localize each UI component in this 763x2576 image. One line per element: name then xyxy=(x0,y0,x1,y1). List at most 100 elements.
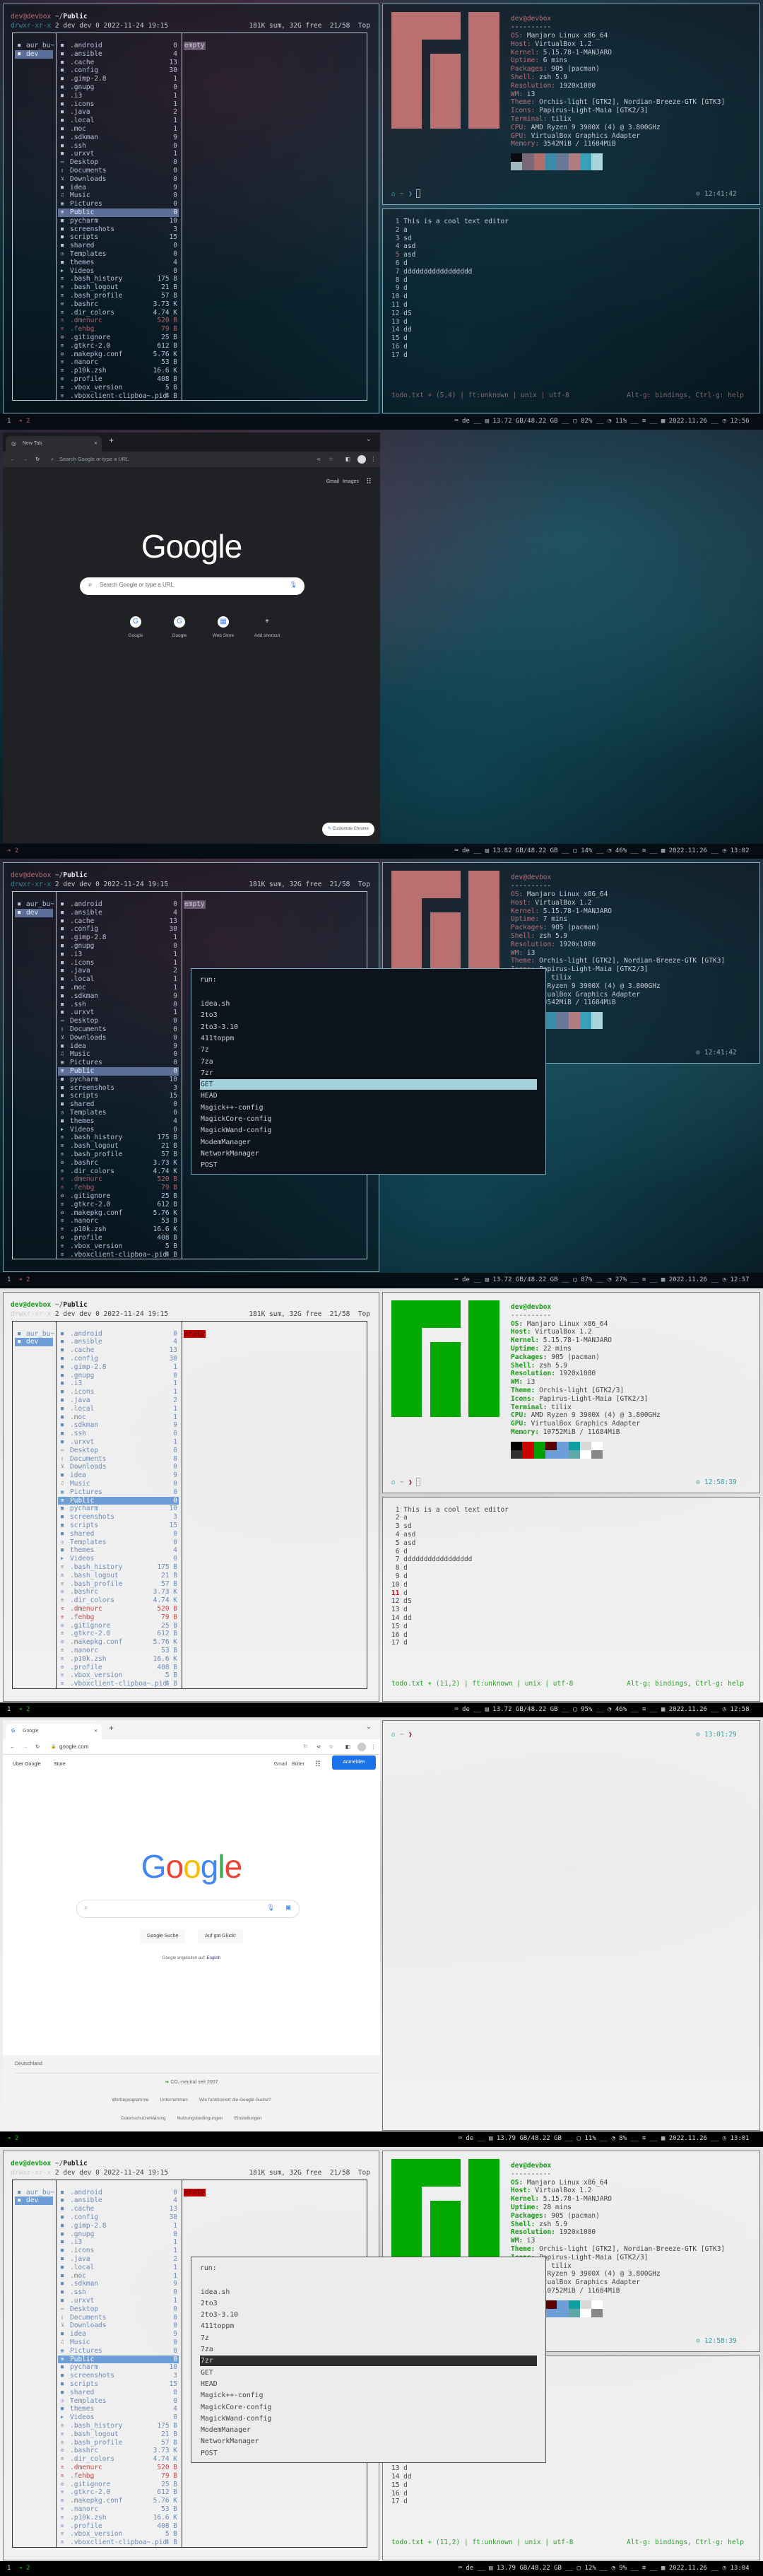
apps-grid-icon[interactable]: ⠿ xyxy=(366,477,372,486)
footer-link[interactable]: Wie funktioniert die Google Suche? xyxy=(199,2098,271,2102)
file-row[interactable]: ■ .icons 1 xyxy=(58,959,179,968)
file-row[interactable]: ≡ .p10k.zsh 16.6 K xyxy=(58,1225,179,1234)
launcher-item[interactable]: GET xyxy=(200,2368,537,2378)
file-row[interactable]: ■ .java 2 xyxy=(58,108,179,117)
file-row[interactable]: ⚙ .makepkg.conf 5.76 K xyxy=(58,2497,179,2505)
file-row[interactable]: ▭ Desktop 0 xyxy=(58,2305,179,2314)
file-row[interactable]: ■ themes 4 xyxy=(58,259,179,267)
launcher-item[interactable]: POST xyxy=(200,2448,537,2459)
forward-icon[interactable]: → xyxy=(23,452,28,467)
run-launcher[interactable]: run: idea.sh 2to3 2to3-3.10 411toppm 7z 7za 7zr… xyxy=(191,2256,546,2463)
neofetch-terminal[interactable]: dev@devbox ---------- OS: Manjaro Linux x8… xyxy=(382,1291,760,1493)
apps-grid-icon[interactable]: ⠿ xyxy=(315,1760,321,1769)
file-row[interactable]: ⚙ .profile 408 B xyxy=(58,1234,179,1242)
share-icon[interactable]: ⋖ xyxy=(317,452,321,467)
file-row[interactable]: ≡ .gtkrc-2.0 612 B xyxy=(58,1630,179,1638)
footer-link[interactable]: Datenschutzerklärung xyxy=(121,2116,165,2121)
file-row[interactable]: ■ screenshots 3 xyxy=(58,1513,179,1522)
forward-icon[interactable]: → xyxy=(23,1739,28,1755)
file-row[interactable]: ■ scripts 15 xyxy=(58,233,179,242)
translate-icon[interactable]: ⚐ xyxy=(303,1739,308,1755)
editor-line[interactable]: 9 d xyxy=(391,284,408,293)
file-row[interactable]: ▶ Videos 0 xyxy=(58,1555,179,1563)
file-row[interactable]: ■ .moc 1 xyxy=(58,2272,179,2281)
omnibox[interactable]: Search Google or type a URL xyxy=(59,452,129,467)
file-row[interactable]: ■ .local 1 xyxy=(58,117,179,125)
file-row[interactable]: ■ .android 0 xyxy=(58,2189,179,2197)
file-row[interactable]: ■ .ssh 0 xyxy=(58,1430,179,1438)
file-row[interactable]: ≡ .fehbg 79 B xyxy=(58,2472,179,2481)
parent-item[interactable]: ■ aur_bu~ xyxy=(15,42,54,50)
file-row[interactable]: ■ .gimp-2.8 1 xyxy=(58,1363,179,1372)
launcher-item[interactable]: 7zr xyxy=(200,2356,537,2367)
file-row[interactable]: ▶ Videos 0 xyxy=(58,1126,179,1134)
footer-link[interactable]: Werbeprogramme xyxy=(112,2098,148,2102)
menu-icon[interactable]: ⋮ xyxy=(371,452,377,467)
tab-google[interactable]: G Google ✕ xyxy=(6,1724,102,1739)
file-row[interactable]: ■ .sdkman 9 xyxy=(58,134,179,142)
file-row[interactable]: ■ idea 9 xyxy=(58,1042,179,1051)
file-row[interactable]: ≡ .bash_history 175 B xyxy=(58,1134,179,1142)
file-row[interactable]: ≡ .bash_profile 57 B xyxy=(58,1580,179,1589)
file-row[interactable]: ▯ Documents 0 xyxy=(58,2314,179,2322)
editor-line[interactable]: 17 d xyxy=(391,351,408,360)
editor-line[interactable]: 2 a xyxy=(391,1514,408,1522)
launcher-item[interactable]: ModemManager xyxy=(200,2425,537,2435)
file-row[interactable]: ■ scripts 15 xyxy=(58,1522,179,1530)
launcher-item[interactable]: 2to3-3.10 xyxy=(200,2310,537,2320)
file-row[interactable]: ⚙ .gitignore 25 B xyxy=(58,334,179,342)
file-row[interactable]: ⊻ Downloads 0 xyxy=(58,2322,179,2330)
launcher-item[interactable]: Magick++-config xyxy=(200,1102,537,1113)
file-row[interactable]: ■ .gnupg 0 xyxy=(58,83,179,92)
file-row[interactable]: ■ .icons 1 xyxy=(58,2247,179,2255)
editor-line[interactable]: 8 d xyxy=(391,1564,408,1572)
file-row[interactable]: ■ .sdkman 9 xyxy=(58,2280,179,2288)
file-row[interactable]: ⊞ Public 0 xyxy=(58,208,179,217)
file-row[interactable]: ◷ Templates 0 xyxy=(58,1539,179,1547)
editor-line[interactable]: 6 d xyxy=(391,259,408,268)
file-row[interactable]: ≡ .bash_logout 21 B xyxy=(58,1142,179,1151)
tab-new-tab[interactable]: ◎ New Tab ✕ xyxy=(6,435,102,452)
launcher-item[interactable]: 411toppm xyxy=(200,1033,537,1044)
file-row[interactable]: ■ shared 0 xyxy=(58,242,179,250)
file-row[interactable]: ≡ .bash_history 175 B xyxy=(58,275,179,283)
file-row[interactable]: ■ .cache 13 xyxy=(58,59,179,67)
close-tab-icon[interactable]: ✕ xyxy=(94,1724,97,1739)
footer-link[interactable]: Einstellungen xyxy=(235,2116,262,2121)
file-row[interactable]: ■ .urxvt 1 xyxy=(58,1438,179,1447)
file-row[interactable]: ■ .ssh 0 xyxy=(58,142,179,151)
neofetch-terminal[interactable]: dev@devbox ---------- OS: Manjaro Linux x8… xyxy=(382,4,760,205)
launcher-item[interactable]: 7za xyxy=(200,1057,537,1067)
file-row[interactable]: ■ .config 30 xyxy=(58,1355,179,1363)
file-row[interactable]: ■ .config 30 xyxy=(58,925,179,934)
search-box[interactable]: ⌕ 🎙 ◙ xyxy=(76,1900,300,1918)
editor-line[interactable]: 1 This is a cool text editor xyxy=(391,218,509,226)
file-row[interactable]: ■ idea 9 xyxy=(58,1471,179,1480)
bookmark-star-icon[interactable]: ☆ xyxy=(329,1739,333,1755)
file-row[interactable]: ■ screenshots 3 xyxy=(58,1084,179,1093)
editor-line[interactable]: 5 asd xyxy=(391,251,416,259)
launcher-item[interactable]: NetworkManager xyxy=(200,2436,537,2447)
shortcut-tile[interactable]: ▦ Web Store xyxy=(202,616,244,638)
file-row[interactable]: ≡ .vbox_version 5 B xyxy=(58,1671,179,1680)
address-bar[interactable]: google.com xyxy=(59,1739,88,1755)
file-row[interactable]: ■ .cache 13 xyxy=(58,1346,179,1355)
file-row[interactable]: ♫ Music 0 xyxy=(58,1480,179,1488)
file-row[interactable]: ≡ .bash_logout 21 B xyxy=(58,1572,179,1580)
tab-search-icon[interactable]: ⌄ xyxy=(366,435,372,443)
side-panel-icon[interactable]: ◧ xyxy=(345,452,350,467)
file-row[interactable]: ■ .moc 1 xyxy=(58,984,179,992)
file-row[interactable]: ≡ .gtkrc-2.0 612 B xyxy=(58,2488,179,2497)
file-row[interactable]: ⚙ .makepkg.conf 5.76 K xyxy=(58,1209,179,1218)
profile-avatar[interactable] xyxy=(357,454,366,464)
reload-icon[interactable]: ↻ xyxy=(35,1739,40,1755)
language-link[interactable]: English xyxy=(207,1956,221,1960)
launcher-item[interactable]: 7za xyxy=(200,2344,537,2355)
file-row[interactable]: ■ .i3 1 xyxy=(58,1380,179,1388)
file-row[interactable]: ■ shared 0 xyxy=(58,1100,179,1109)
file-row[interactable]: ⊻ Downloads 0 xyxy=(58,1034,179,1042)
file-row[interactable]: ▣ Pictures 0 xyxy=(58,1059,179,1067)
file-row[interactable]: ≡ .p10k.zsh 16.6 K xyxy=(58,1655,179,1664)
tab-search-icon[interactable]: ⌄ xyxy=(366,1723,372,1731)
file-row[interactable]: ▶ Videos 0 xyxy=(58,267,179,276)
